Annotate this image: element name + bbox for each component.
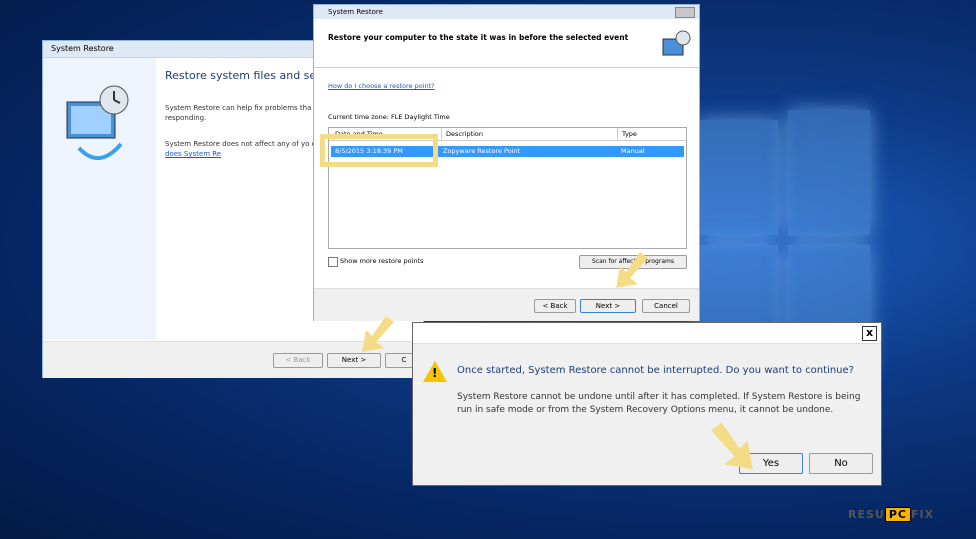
- warning-glyph: !: [432, 366, 438, 380]
- dialog-message: Once started, System Restore cannot be i…: [457, 365, 854, 376]
- show-more-label: Show more restore points: [340, 257, 424, 265]
- no-button[interactable]: No: [809, 453, 873, 474]
- window-title-text: System Restore: [328, 8, 383, 16]
- watermark-logo: RESU PC FIX: [848, 507, 935, 522]
- page-title: Restore system files and setti: [165, 69, 328, 82]
- close-icon[interactable]: [675, 7, 695, 18]
- window-title: System Restore: [314, 5, 699, 19]
- side-panel: [43, 58, 156, 340]
- dialog-detail: System Restore cannot be undone until af…: [457, 392, 861, 415]
- restore-point-highlight: [320, 134, 438, 167]
- back-button[interactable]: < Back: [273, 353, 323, 368]
- timezone-label: Current time zone: FLE Daylight Time: [328, 113, 450, 121]
- system-restore-icon: [66, 85, 129, 160]
- arrow-icon: [711, 422, 753, 470]
- warning-icon: !: [423, 361, 447, 382]
- watermark-text-right: FIX: [910, 508, 935, 521]
- show-more-checkbox[interactable]: [328, 257, 338, 267]
- watermark-text-pc: PC: [884, 507, 911, 522]
- confirmation-dialog: x ! Once started, System Restore cannot …: [412, 322, 882, 486]
- page-title: Restore your computer to the state it wa…: [328, 33, 629, 42]
- column-header-description[interactable]: Description: [441, 128, 483, 140]
- close-icon[interactable]: x: [862, 326, 877, 341]
- watermark-text-left: RESU: [848, 508, 885, 521]
- arrow-icon: [362, 316, 394, 352]
- cancel-button[interactable]: Cancel: [642, 299, 690, 313]
- help-link[interactable]: How do I choose a restore point?: [328, 82, 435, 90]
- next-button[interactable]: Next >: [580, 299, 636, 313]
- next-button[interactable]: Next >: [327, 353, 381, 368]
- header-area: Restore your computer to the state it wa…: [314, 19, 699, 68]
- row-description: Zopyware Restore Point: [443, 147, 521, 155]
- column-header-type[interactable]: Type: [617, 128, 637, 140]
- back-button[interactable]: < Back: [534, 299, 576, 313]
- row-type: Manual: [621, 147, 645, 155]
- system-restore-icon: [662, 30, 691, 56]
- dialog-titlebar: x: [413, 323, 881, 344]
- arrow-icon: [616, 252, 648, 288]
